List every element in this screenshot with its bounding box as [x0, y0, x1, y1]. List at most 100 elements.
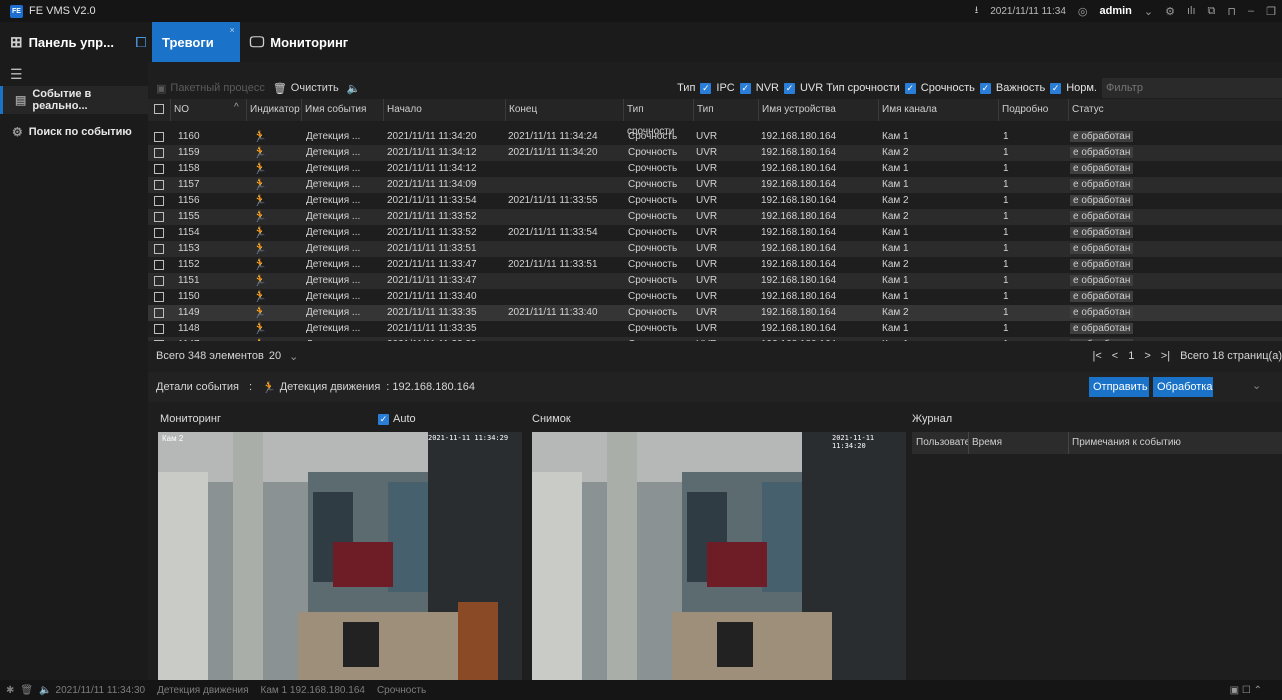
filter-important-checkbox[interactable]: ✓ — [979, 82, 991, 94]
col-channel[interactable]: Имя канала — [878, 99, 998, 121]
col-urgency[interactable]: Тип срочности — [623, 99, 693, 137]
tab-alarms[interactable]: Тревоги × — [152, 22, 240, 62]
sound-icon[interactable]: 🔈 — [347, 82, 361, 95]
row-checkbox[interactable] — [154, 324, 164, 337]
screen-icon[interactable]: ⧉ — [1208, 5, 1216, 18]
cell-no: 1154 — [178, 227, 200, 238]
stats-icon[interactable]: ılı — [1187, 5, 1196, 17]
table-row[interactable]: 1156 🏃 Детекция ... 2021/11/11 11:33:54 2021… — [148, 193, 1282, 209]
row-checkbox[interactable] — [154, 340, 164, 341]
sidebar-item-realtime-event[interactable]: ▤ Событие в реально... — [0, 86, 148, 114]
cell-end: 2021/11/11 11:33:40 — [508, 307, 598, 318]
row-checkbox[interactable] — [154, 228, 164, 241]
process-button[interactable]: Обработка — [1153, 377, 1213, 397]
journal-col-user[interactable]: Пользовате — [916, 432, 968, 454]
col-device[interactable]: Имя устройства — [758, 99, 878, 121]
table-row[interactable]: 1151 🏃 Детекция ... 2021/11/11 11:33:47 Сроч… — [148, 273, 1282, 289]
lock-icon[interactable]: ⊓ — [1227, 5, 1236, 18]
row-checkbox[interactable] — [154, 164, 164, 177]
col-event-name[interactable]: Имя события — [301, 99, 383, 121]
current-page[interactable]: 1 — [1128, 350, 1134, 362]
live-video[interactable]: Кам 2 2021-11-11 11:34:29 — [158, 432, 522, 680]
tab-monitoring[interactable]: 🖵 Мониторинг — [240, 22, 358, 62]
status-badge: е обработан — [1070, 131, 1134, 142]
row-checkbox[interactable] — [154, 212, 164, 225]
status-badge: е обработан — [1070, 339, 1134, 341]
col-indicator[interactable]: Индикатор — [246, 99, 301, 121]
batch-process-button[interactable]: ▣ Пакетный процесс — [156, 82, 265, 95]
first-page-icon[interactable]: |< — [1093, 350, 1102, 362]
auto-checkbox[interactable]: ✓ — [378, 413, 389, 425]
table-row[interactable]: 1158 🏃 Детекция ... 2021/11/11 11:34:12 Сроч… — [148, 161, 1282, 177]
table-row[interactable]: 1153 🏃 Детекция ... 2021/11/11 11:33:51 Сроч… — [148, 241, 1282, 257]
sound-icon[interactable]: 🔈 — [39, 685, 51, 696]
journal-col-notes[interactable]: Примечания к событию — [1068, 432, 1181, 454]
trash-icon[interactable]: 🗑 — [20, 685, 33, 696]
filter-nvr-label: NVR — [755, 82, 779, 94]
col-end[interactable]: Конец — [505, 99, 623, 121]
cell-start: 2021/11/11 11:33:29 — [387, 337, 477, 341]
tab-panel[interactable]: ⊞ Панель упр... — [0, 22, 130, 62]
col-status[interactable]: Статус — [1068, 99, 1282, 121]
table-row[interactable]: 1160 🏃 Детекция ... 2021/11/11 11:34:20 2021… — [148, 129, 1282, 145]
journal-col-time[interactable]: Время — [968, 432, 1002, 454]
filter-uvr-checkbox[interactable]: ✓ — [783, 82, 795, 94]
sidebar-item-event-search[interactable]: ⚙ Поиск по событию — [0, 118, 148, 146]
next-page-icon[interactable]: > — [1144, 350, 1150, 362]
col-no[interactable]: NO — [170, 99, 230, 121]
row-checkbox[interactable] — [154, 132, 164, 145]
table-row[interactable]: 1157 🏃 Детекция ... 2021/11/11 11:34:09 Сроч… — [148, 177, 1282, 193]
bug-icon[interactable]: ✱ — [6, 685, 14, 696]
send-email-button[interactable]: Отправить E-... — [1089, 377, 1149, 397]
chevron-down-icon[interactable]: ⌄ — [1144, 5, 1153, 18]
total-items: Всего 348 элементов — [156, 350, 264, 362]
col-start[interactable]: Начало — [383, 99, 505, 121]
cell-channel: Кам 1 — [882, 337, 909, 341]
filter-urgent-checkbox[interactable]: ✓ — [904, 82, 916, 94]
table-row[interactable]: 1159 🏃 Детекция ... 2021/11/11 11:34:12 2021… — [148, 145, 1282, 161]
col-type[interactable]: Тип — [693, 99, 758, 121]
restore-icon[interactable]: ❐ — [1266, 5, 1276, 18]
table-row[interactable]: 1147 🏃 Детекция ... 2021/11/11 11:33:29 Сроч… — [148, 337, 1282, 341]
minimize-icon[interactable]: – — [1248, 5, 1254, 17]
auto-toggle[interactable]: ✓ Auto — [378, 408, 416, 430]
page-size-select[interactable]: 20 — [269, 350, 281, 362]
row-checkbox[interactable] — [154, 180, 164, 193]
window-controls-icon[interactable]: ▣ ☐ ⌃ — [1230, 685, 1262, 696]
row-checkbox[interactable] — [154, 244, 164, 257]
table-row[interactable]: 1150 🏃 Детекция ... 2021/11/11 11:33:40 Сроч… — [148, 289, 1282, 305]
clear-button[interactable]: 🗑 Очистить — [273, 82, 339, 95]
row-checkbox[interactable] — [154, 260, 164, 273]
event-list-icon[interactable]: ⧠ — [130, 22, 152, 62]
filter-normal-checkbox[interactable]: ✓ — [1050, 82, 1062, 94]
settings-icon[interactable]: ⚙ — [1165, 5, 1175, 18]
auto-label: Auto — [393, 413, 416, 425]
row-checkbox[interactable] — [154, 276, 164, 289]
table-row[interactable]: 1154 🏃 Детекция ... 2021/11/11 11:33:52 2021… — [148, 225, 1282, 241]
table-row[interactable]: 1149 🏃 Детекция ... 2021/11/11 11:33:35 2021… — [148, 305, 1282, 321]
row-checkbox[interactable] — [154, 292, 164, 305]
table-row[interactable]: 1148 🏃 Детекция ... 2021/11/11 11:33:35 Сроч… — [148, 321, 1282, 337]
select-all-checkbox[interactable] — [154, 104, 164, 117]
filter-nvr-checkbox[interactable]: ✓ — [739, 82, 751, 94]
row-checkbox[interactable] — [154, 308, 164, 321]
collapse-menu-icon[interactable]: ☰ — [10, 66, 23, 83]
row-checkbox[interactable] — [154, 196, 164, 209]
prev-page-icon[interactable]: < — [1112, 350, 1118, 362]
table-row[interactable]: 1155 🏃 Детекция ... 2021/11/11 11:33:52 Сроч… — [148, 209, 1282, 225]
sort-asc-icon[interactable]: ^ — [234, 102, 239, 113]
table-row[interactable]: 1152 🏃 Детекция ... 2021/11/11 11:33:47 2021… — [148, 257, 1282, 273]
username[interactable]: admin — [1099, 5, 1131, 17]
collapse-icon[interactable]: ⌄ — [1252, 379, 1261, 392]
close-icon[interactable]: × — [230, 25, 235, 35]
chevron-down-icon[interactable]: ⌄ — [289, 350, 298, 363]
filter-ipc-checkbox[interactable]: ✓ — [700, 82, 712, 94]
row-checkbox[interactable] — [154, 148, 164, 161]
last-page-icon[interactable]: >| — [1161, 350, 1170, 362]
col-detail[interactable]: Подробно — [998, 99, 1068, 121]
filter-input[interactable] — [1102, 78, 1282, 98]
download-icon[interactable]: ⭳ — [975, 3, 979, 20]
cell-status: е обработан — [1070, 305, 1134, 321]
snapshot-image[interactable]: 2021-11-11 11:34:20 — [532, 432, 906, 680]
cell-start: 2021/11/11 11:33:51 — [387, 243, 477, 254]
